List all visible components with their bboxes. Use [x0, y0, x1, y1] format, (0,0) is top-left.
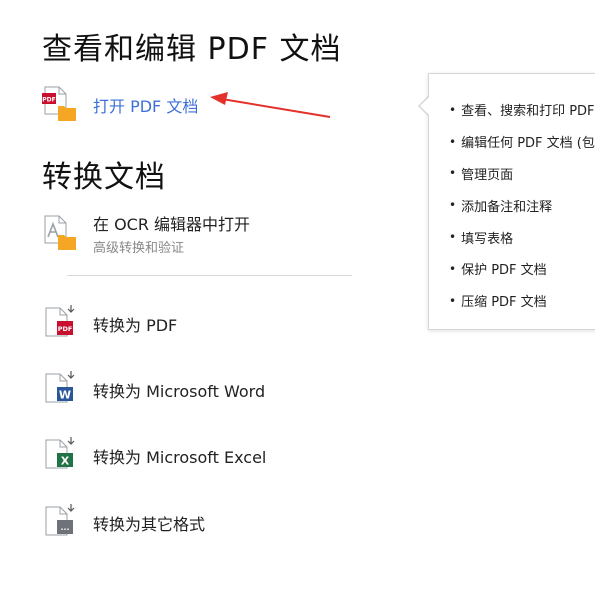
- open-pdf-button[interactable]: PDF 打开 PDF 文档: [42, 84, 198, 126]
- convert-heading: 转换文档: [42, 160, 166, 195]
- feature-item: • 查看、搜索和打印 PDF: [449, 102, 595, 120]
- bullet-icon: •: [449, 261, 457, 276]
- feature-item: • 填写表格: [449, 230, 514, 247]
- popup-caret-fill: [420, 97, 429, 115]
- feature-item: • 编辑任何 PDF 文档 (包: [449, 134, 595, 152]
- open-ocr-label: 在 OCR 编辑器中打开: [93, 215, 251, 234]
- svg-text:PDF: PDF: [42, 97, 55, 104]
- feature-tooltip: • 查看、搜索和打印 PDF • 编辑任何 PDF 文档 (包 • 管理页面 • 添加备…: [428, 73, 595, 330]
- convert-to-word-button[interactable]: W 转换为 Microsoft Word: [42, 370, 265, 410]
- view-edit-heading: 查看和编辑 PDF 文档: [42, 32, 342, 67]
- feature-list: • 查看、搜索和打印 PDF • 编辑任何 PDF 文档 (包 • 管理页面 • 添加备…: [449, 94, 595, 317]
- open-pdf-label: 打开 PDF 文档: [93, 97, 199, 116]
- convert-to-excel-label: 转换为 Microsoft Excel: [93, 448, 267, 467]
- svg-text:...: ...: [60, 523, 69, 532]
- bullet-icon: •: [449, 293, 457, 308]
- convert-excel-icon: X: [42, 436, 78, 476]
- feature-item: • 管理页面: [449, 166, 514, 183]
- svg-text:PDF: PDF: [58, 325, 73, 333]
- feature-item: • 压缩 PDF 文档: [449, 293, 547, 311]
- open-ocr-editor-button[interactable]: 在 OCR 编辑器中打开 高级转换和验证: [42, 211, 250, 256]
- pdf-folder-icon: PDF: [42, 84, 78, 126]
- svg-text:X: X: [61, 455, 70, 468]
- convert-to-excel-button[interactable]: X 转换为 Microsoft Excel: [42, 436, 266, 476]
- convert-word-icon: W: [42, 370, 78, 410]
- convert-other-icon: ...: [42, 503, 78, 543]
- convert-to-word-label: 转换为 Microsoft Word: [93, 382, 266, 401]
- open-ocr-sublabel: 高级转换和验证: [93, 241, 185, 256]
- bullet-icon: •: [449, 230, 457, 245]
- bullet-icon: •: [449, 102, 457, 117]
- bullet-icon: •: [449, 198, 457, 213]
- bullet-icon: •: [449, 166, 457, 181]
- convert-to-other-button[interactable]: ... 转换为其它格式: [42, 503, 205, 543]
- feature-item: • 保护 PDF 文档: [449, 261, 547, 279]
- feature-item: • 添加备注和注释: [449, 198, 553, 215]
- ocr-folder-icon: [42, 213, 78, 255]
- convert-pdf-icon: PDF: [42, 304, 78, 344]
- section-divider: [67, 275, 352, 276]
- svg-text:W: W: [59, 389, 71, 402]
- convert-to-other-label: 转换为其它格式: [93, 515, 206, 534]
- convert-to-pdf-button[interactable]: PDF 转换为 PDF: [42, 304, 177, 344]
- bullet-icon: •: [449, 134, 457, 149]
- convert-to-pdf-label: 转换为 PDF: [93, 316, 178, 335]
